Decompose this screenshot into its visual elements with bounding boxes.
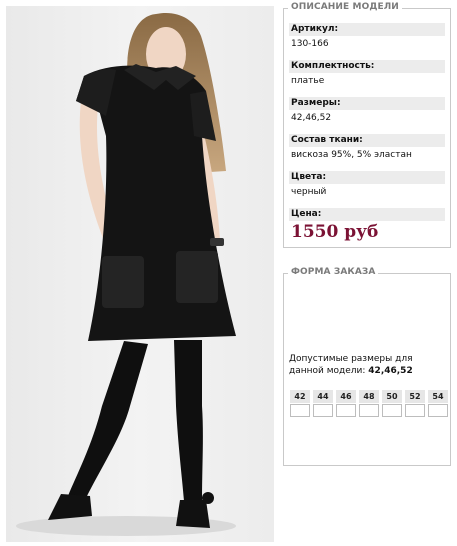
size-header: 48 (359, 390, 379, 403)
field-set: Комплектность: платье (289, 60, 445, 87)
model-photo-illustration (16, 12, 236, 536)
fabric-label: Состав ткани: (289, 134, 445, 147)
description-legend: ОПИСАНИЕ МОДЕЛИ (288, 2, 402, 12)
order-form-panel: ФОРМА ЗАКАЗА Допустимые размеры для данн… (283, 267, 451, 466)
colors-value: черный (291, 187, 327, 197)
size-quantity-input-54[interactable] (428, 404, 448, 417)
order-legend: ФОРМА ЗАКАЗА (288, 267, 379, 277)
size-header: 52 (405, 390, 425, 403)
field-sizes: Размеры: 42,46,52 (289, 97, 445, 124)
field-article: Артикул: 130-166 (289, 23, 445, 50)
sizes-value: 42,46,52 (291, 113, 332, 123)
allowed-sizes-value: 42,46,52 (368, 366, 413, 376)
size-header: 42 (290, 390, 310, 403)
size-quantity-input-42[interactable] (290, 404, 310, 417)
article-value: 130-166 (291, 39, 329, 49)
set-value: платье (291, 76, 325, 86)
field-price: Цена: 1550 руб (289, 208, 445, 243)
size-quantity-input-48[interactable] (359, 404, 379, 417)
fabric-value: вискоза 95%, 5% эластан (291, 150, 412, 160)
set-label: Комплектность: (289, 60, 445, 73)
article-label: Артикул: (289, 23, 445, 36)
size-quantity-input-50[interactable] (382, 404, 402, 417)
field-fabric: Состав ткани: вискоза 95%, 5% эластан (289, 134, 445, 161)
size-quantity-input-44[interactable] (313, 404, 333, 417)
size-header: 46 (336, 390, 356, 403)
price-label: Цена: (289, 208, 445, 221)
colors-label: Цвета: (289, 171, 445, 184)
size-quantity-input-52[interactable] (405, 404, 425, 417)
sizes-label: Размеры: (289, 97, 445, 110)
size-header: 44 (313, 390, 333, 403)
size-header: 50 (382, 390, 402, 403)
field-colors: Цвета: черный (289, 171, 445, 198)
model-description-panel: ОПИСАНИЕ МОДЕЛИ Артикул: 130-166 Комплек… (283, 2, 451, 248)
size-selector: 42 44 46 48 50 52 54 (290, 390, 448, 417)
size-header: 54 (428, 390, 448, 403)
product-photo (6, 6, 274, 542)
size-quantity-input-46[interactable] (336, 404, 356, 417)
price-value: 1550 руб (291, 222, 379, 242)
allowed-sizes-text: Допустимые размеры для данной модели: 42… (289, 353, 449, 377)
